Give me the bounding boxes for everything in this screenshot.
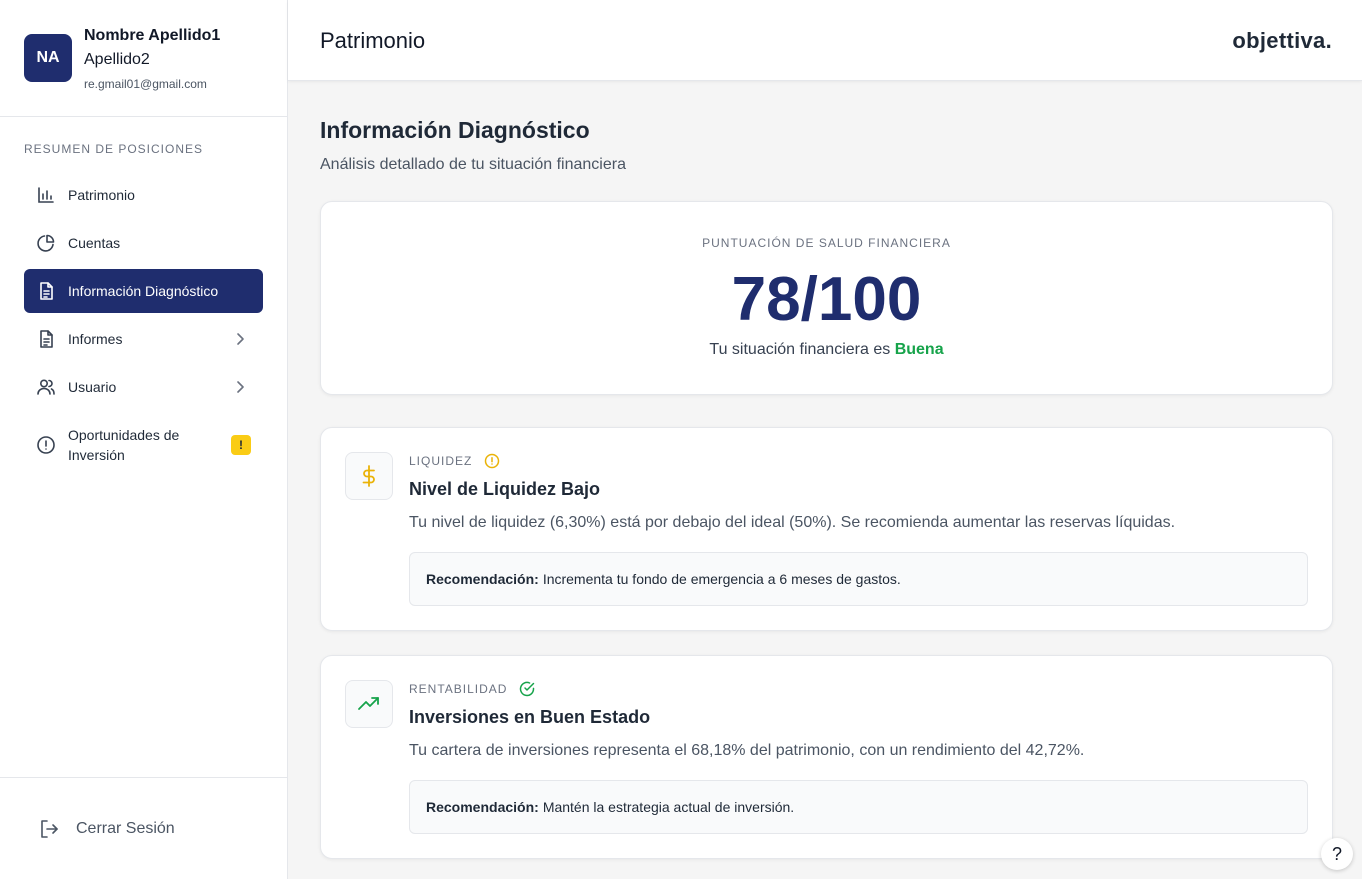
- score-status-prefix: Tu situación financiera es: [709, 341, 891, 358]
- dollar-icon: [345, 452, 393, 500]
- logout-button[interactable]: Cerrar Sesión: [38, 818, 175, 840]
- insight-category-label: RENTABILIDAD: [409, 682, 508, 696]
- sidebar-item-label: Usuario: [68, 379, 117, 395]
- alert-badge: !: [231, 435, 251, 455]
- users-icon: [36, 377, 56, 397]
- recommendation-box: Recomendación: Mantén la estrategia actu…: [409, 780, 1308, 834]
- bar-chart-icon: [36, 185, 56, 205]
- score-label: PUNTUACIÓN DE SALUD FINANCIERA: [702, 236, 951, 250]
- sidebar-item-label: Oportunidades de Inversión: [68, 427, 180, 463]
- check-circle-icon: [519, 681, 535, 697]
- insight-title: Inversiones en Buen Estado: [409, 707, 651, 727]
- sidebar-item-informacion-diagnostico[interactable]: Información Diagnóstico: [24, 269, 263, 313]
- logout-label: Cerrar Sesión: [76, 820, 175, 837]
- insight-card-liquidez: LIQUIDEZ Nivel de Liquidez Bajo Tu nivel…: [320, 427, 1333, 631]
- sidebar-item-oportunidades[interactable]: Oportunidades de Inversión !: [24, 421, 263, 469]
- page-subtitle: Análisis detallado de tu situación finan…: [320, 156, 626, 173]
- recommendation-text: Incrementa tu fondo de emergencia a 6 me…: [542, 571, 901, 587]
- score-value: 78/100: [731, 265, 922, 334]
- sidebar-item-label: Patrimonio: [68, 187, 135, 203]
- score-status-text: Tu situación financiera es Buena: [321, 341, 1332, 359]
- warning-circle-icon: [484, 453, 500, 469]
- sidebar: NA Nombre Apellido1 Apellido2 re.gmail01…: [0, 0, 288, 879]
- sidebar-item-informes[interactable]: Informes: [24, 317, 263, 361]
- chevron-right-icon: [231, 378, 249, 396]
- insight-category: RENTABILIDAD: [409, 681, 535, 697]
- document-icon: [36, 281, 56, 301]
- financial-health-score-card: PUNTUACIÓN DE SALUD FINANCIERA 78/100 Tu…: [320, 201, 1333, 395]
- brand-logo[interactable]: objettiva.: [1232, 28, 1332, 54]
- insight-card-rentabilidad: RENTABILIDAD Inversiones en Buen Estado …: [320, 655, 1333, 859]
- chevron-right-icon: [231, 330, 249, 348]
- user-profile: NA Nombre Apellido1 Apellido2 re.gmail01…: [0, 0, 287, 117]
- avatar: NA: [24, 34, 72, 82]
- page-title: Información Diagnóstico: [320, 117, 590, 143]
- insight-description: Tu cartera de inversiones representa el …: [409, 742, 1085, 759]
- user-email: re.gmail01@gmail.com: [84, 77, 207, 91]
- logout-icon: [38, 818, 60, 840]
- sidebar-item-label: Información Diagnóstico: [68, 283, 219, 299]
- insight-category-label: LIQUIDEZ: [409, 454, 473, 468]
- section-title: RESUMEN DE POSICIONES: [24, 142, 204, 156]
- user-name: Nombre Apellido1: [84, 27, 221, 44]
- pie-chart-icon: [36, 233, 56, 253]
- sidebar-item-label: Cuentas: [68, 235, 121, 251]
- alert-circle-icon: [36, 435, 56, 455]
- insight-description: Tu nivel de liquidez (6,30%) está por de…: [409, 514, 1176, 531]
- recommendation-label: Recomendación:: [426, 571, 539, 587]
- sidebar-item-cuentas[interactable]: Cuentas: [24, 221, 263, 265]
- user-surname: Apellido2: [84, 51, 150, 68]
- document-icon: [36, 329, 56, 349]
- insight-title: Nivel de Liquidez Bajo: [409, 479, 601, 499]
- help-button[interactable]: ?: [1321, 838, 1353, 870]
- score-status: Buena: [894, 341, 944, 358]
- sidebar-item-usuario[interactable]: Usuario: [24, 365, 263, 409]
- top-header: Patrimonio objettiva.: [288, 0, 1362, 81]
- recommendation-label: Recomendación:: [426, 799, 539, 815]
- logout-area: Cerrar Sesión: [0, 777, 287, 879]
- insight-category: LIQUIDEZ: [409, 453, 500, 469]
- header-title: Patrimonio: [320, 28, 426, 53]
- recommendation-text: Mantén la estrategia actual de inversión…: [542, 799, 795, 815]
- sidebar-item-label: Informes: [68, 331, 123, 347]
- trending-up-icon: [345, 680, 393, 728]
- recommendation-box: Recomendación: Incrementa tu fondo de em…: [409, 552, 1308, 606]
- sidebar-item-patrimonio[interactable]: Patrimonio: [24, 173, 263, 217]
